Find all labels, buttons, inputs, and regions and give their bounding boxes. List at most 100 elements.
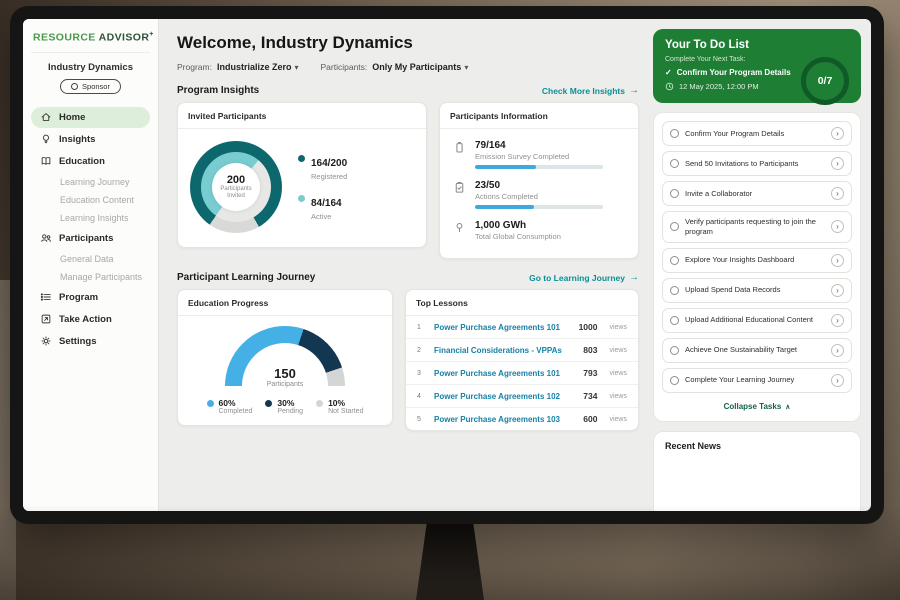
actions-completed-label: Actions Completed [475, 192, 603, 201]
sidebar-item-program[interactable]: Program [31, 287, 150, 308]
lesson-row[interactable]: 5 Power Purchase Agreements 103 600 view… [406, 408, 638, 430]
participants-filter-value[interactable]: Only My Participants [372, 62, 461, 72]
lesson-row[interactable]: 1 Power Purchase Agreements 101 1000 vie… [406, 316, 638, 339]
pin-icon [452, 220, 466, 241]
task-item[interactable]: Verify participants requesting to join t… [662, 211, 852, 243]
emission-survey-row: 79/164 Emission Survey Completed [452, 140, 626, 169]
sidebar-item-learning-insights[interactable]: Learning Insights [31, 209, 150, 227]
lesson-link[interactable]: Financial Considerations - VPPAs [434, 346, 574, 355]
actions-completed-row: 23/50 Actions Completed [452, 180, 626, 209]
sidebar-item-participants[interactable]: Participants [31, 228, 150, 249]
filters-bar: Program: Industrialize Zero ▾ Participan… [177, 62, 639, 72]
registered-value: 164/200 [311, 158, 347, 169]
sidebar-item-learning-journey[interactable]: Learning Journey [31, 173, 150, 191]
survey-icon [452, 140, 466, 169]
org-name: Industry Dynamics [31, 62, 150, 73]
sidebar-item-label: Program [59, 292, 98, 303]
lesson-views: 1000 [579, 322, 598, 332]
task-label: Invite a Collaborator [685, 189, 825, 199]
completed-label: Completed [219, 408, 253, 415]
chevron-right-icon[interactable]: › [831, 284, 844, 297]
task-item[interactable]: Send 50 Invitations to Participants › [662, 151, 852, 176]
sidebar-item-label: Participants [59, 233, 113, 244]
check-icon: ✓ [665, 68, 672, 77]
task-checkbox[interactable] [670, 159, 679, 168]
registered-label: Registered [311, 172, 347, 181]
task-checkbox[interactable] [670, 316, 679, 325]
chevron-right-icon[interactable]: › [831, 344, 844, 357]
lesson-link[interactable]: Power Purchase Agreements 101 [434, 369, 574, 378]
brand-advisor: ADVISOR [99, 32, 150, 44]
completed-dot-icon [207, 400, 214, 407]
collapse-tasks-button[interactable]: Collapse Tasks∧ [662, 398, 852, 418]
task-checkbox[interactable] [670, 256, 679, 265]
todo-next-task: ✓ Confirm Your Program Details [665, 68, 795, 77]
sidebar-item-settings[interactable]: Settings [31, 331, 150, 352]
chevron-right-icon[interactable]: › [831, 127, 844, 140]
sidebar-item-manage-participants[interactable]: Manage Participants [31, 268, 150, 286]
task-checkbox[interactable] [670, 129, 679, 138]
learning-journey-title: Participant Learning Journey [177, 272, 315, 283]
lesson-row[interactable]: 2 Financial Considerations - VPPAs 803 v… [406, 339, 638, 362]
sidebar-item-home[interactable]: Home [31, 107, 150, 128]
chevron-right-icon[interactable]: › [831, 220, 844, 233]
legend-registered: 164/200 Registered [298, 153, 347, 181]
sidebar-item-take-action[interactable]: Take Action [31, 309, 150, 330]
task-item[interactable]: Confirm Your Program Details › [662, 121, 852, 146]
brand-plus: + [149, 31, 154, 38]
task-checkbox[interactable] [670, 376, 679, 385]
task-checkbox[interactable] [670, 286, 679, 295]
brand-resource: RESOURCE [33, 32, 96, 44]
task-item[interactable]: Explore Your Insights Dashboard › [662, 248, 852, 273]
task-checkbox[interactable] [670, 346, 679, 355]
tasks-panel: Confirm Your Program Details › Send 50 I… [653, 112, 861, 422]
task-checkbox[interactable] [670, 189, 679, 198]
chevron-right-icon[interactable]: › [831, 254, 844, 267]
lesson-views-label: views [609, 347, 627, 354]
task-label: Complete Your Learning Journey [685, 375, 825, 385]
sidebar-item-label: Education [59, 156, 105, 167]
not-started-label: Not Started [328, 408, 363, 415]
lesson-row[interactable]: 4 Power Purchase Agreements 102 734 view… [406, 385, 638, 408]
todo-datetime-label: 12 May 2025, 12:00 PM [679, 82, 759, 91]
check-more-insights-link[interactable]: Check More Insights → [542, 85, 639, 96]
lesson-link[interactable]: Power Purchase Agreements 102 [434, 392, 574, 401]
chevron-right-icon[interactable]: › [831, 374, 844, 387]
task-item[interactable]: Achieve One Sustainability Target › [662, 338, 852, 363]
lesson-views: 793 [583, 368, 597, 378]
chevron-down-icon[interactable]: ▾ [464, 63, 468, 72]
sidebar-item-insights[interactable]: Insights [31, 129, 150, 150]
donut-center-value: 200 [227, 174, 245, 186]
sponsor-badge[interactable]: Sponsor [60, 79, 121, 94]
top-lessons-title: Top Lessons [406, 290, 638, 316]
program-insights-title: Program Insights [177, 85, 259, 96]
lesson-number: 5 [417, 416, 425, 423]
action-icon [39, 313, 52, 326]
chevron-right-icon[interactable]: › [831, 187, 844, 200]
sidebar-item-education[interactable]: Education [31, 151, 150, 172]
donut-center-label: Participants Invited [216, 186, 256, 200]
invited-donut-chart: 200 Participants Invited [190, 141, 282, 233]
task-item[interactable]: Upload Additional Educational Content › [662, 308, 852, 333]
pending-dot-icon [265, 400, 272, 407]
chevron-down-icon[interactable]: ▾ [294, 63, 298, 72]
lesson-views-label: views [609, 393, 627, 400]
program-filter-value[interactable]: Industrialize Zero [217, 62, 292, 72]
chevron-right-icon[interactable]: › [831, 157, 844, 170]
consumption-label: Total Global Consumption [475, 232, 561, 241]
lesson-row[interactable]: 3 Power Purchase Agreements 101 793 view… [406, 362, 638, 385]
lesson-link[interactable]: Power Purchase Agreements 103 [434, 415, 574, 424]
task-item[interactable]: Upload Spend Data Records › [662, 278, 852, 303]
legend-active: 84/164 Active [298, 193, 347, 221]
task-item[interactable]: Complete Your Learning Journey › [662, 368, 852, 393]
task-checkbox[interactable] [670, 222, 679, 231]
lesson-link[interactable]: Power Purchase Agreements 101 [434, 323, 570, 332]
sidebar-item-general-data[interactable]: General Data [31, 250, 150, 268]
sidebar-item-education-content[interactable]: Education Content [31, 191, 150, 209]
chevron-right-icon[interactable]: › [831, 314, 844, 327]
lesson-number: 2 [417, 347, 425, 354]
task-item[interactable]: Invite a Collaborator › [662, 181, 852, 206]
go-to-learning-journey-link[interactable]: Go to Learning Journey → [529, 272, 639, 283]
clipboard-icon [452, 180, 466, 209]
emission-survey-progress-fill [475, 165, 536, 169]
